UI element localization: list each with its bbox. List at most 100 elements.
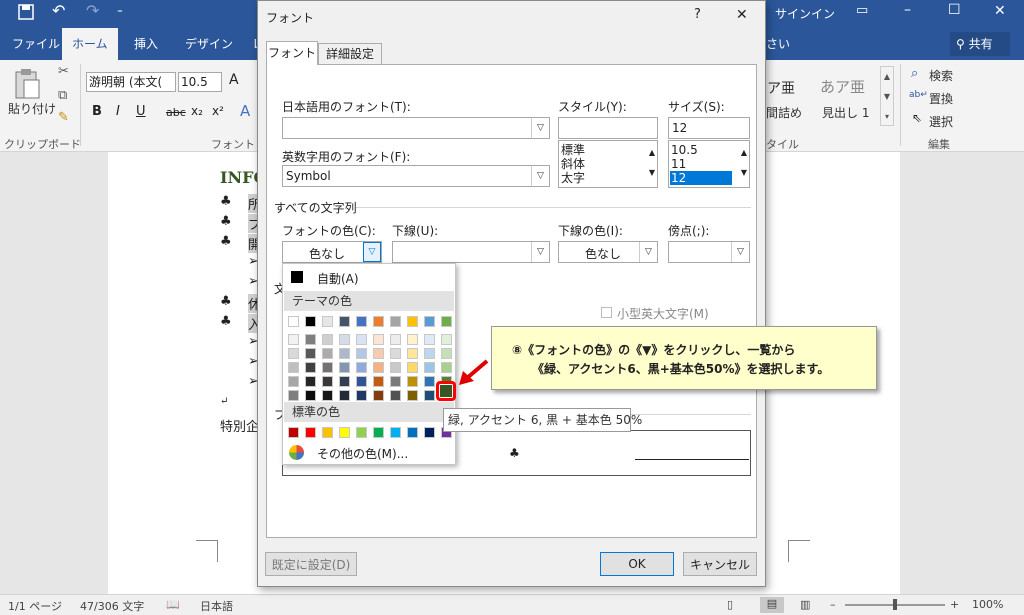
selected-swatch-highlight[interactable] — [436, 381, 456, 401]
paste-button-label[interactable]: 貼り付け — [8, 100, 56, 117]
theme-shade-swatch[interactable] — [424, 376, 435, 387]
style-name-2[interactable]: 見出し 1 — [822, 104, 869, 121]
size-list-scrollbar[interactable]: ▲ ▼ — [741, 143, 747, 183]
theme-shade-swatch[interactable] — [339, 362, 350, 373]
theme-color-swatch[interactable] — [339, 316, 350, 327]
style-option-italic[interactable]: 斜体 — [561, 157, 585, 171]
tab-insert[interactable]: 挿入 — [134, 28, 158, 60]
font-name-combo[interactable]: 游明朝 (本文( — [86, 72, 176, 92]
web-layout-icon[interactable]: ▥ — [800, 598, 810, 611]
theme-shade-swatch[interactable] — [441, 334, 452, 345]
theme-shade-swatch[interactable] — [390, 390, 401, 401]
cancel-button[interactable]: キャンセル — [683, 552, 757, 576]
signin-link[interactable]: サインイン — [775, 5, 835, 22]
theme-shade-swatch[interactable] — [373, 348, 384, 359]
select-button[interactable]: 選択 — [929, 113, 953, 130]
superscript-icon[interactable]: x² — [212, 104, 224, 118]
theme-color-swatch[interactable] — [373, 316, 384, 327]
theme-shade-swatch[interactable] — [407, 376, 418, 387]
standard-color-swatch[interactable] — [373, 427, 384, 438]
theme-color-swatch[interactable] — [322, 316, 333, 327]
word-count[interactable]: 47/306 文字 — [80, 598, 144, 614]
theme-shade-swatch[interactable] — [356, 376, 367, 387]
style-preview-2[interactable]: あア亜 — [820, 76, 865, 97]
find-button[interactable]: 検索 — [929, 67, 953, 84]
theme-shade-swatch[interactable] — [288, 348, 299, 359]
theme-shade-swatch[interactable] — [305, 390, 316, 401]
minimize-icon[interactable]: – — [904, 2, 911, 18]
italic-icon[interactable]: I — [116, 104, 120, 119]
tab-home[interactable]: ホーム — [62, 28, 118, 60]
theme-shade-swatch[interactable] — [322, 334, 333, 345]
theme-shade-swatch[interactable] — [441, 348, 452, 359]
theme-shade-swatch[interactable] — [339, 376, 350, 387]
zoom-level[interactable]: 100% — [972, 598, 1003, 611]
theme-shade-swatch[interactable] — [322, 362, 333, 373]
bold-icon[interactable]: B — [92, 104, 102, 119]
size-option[interactable]: 11 — [671, 157, 686, 171]
theme-color-swatch[interactable] — [390, 316, 401, 327]
strikethrough-icon[interactable]: abc — [166, 106, 186, 119]
theme-shade-swatch[interactable] — [356, 362, 367, 373]
text-effects-icon[interactable]: A — [240, 102, 250, 120]
theme-shade-swatch[interactable] — [390, 376, 401, 387]
replace-icon[interactable]: ab↵ — [909, 90, 928, 100]
save-icon[interactable] — [18, 4, 38, 24]
window-close-icon[interactable]: ✕ — [994, 3, 1006, 19]
theme-color-swatch[interactable] — [305, 316, 316, 327]
en-font-combo[interactable]: Symbol ▽ — [282, 165, 550, 187]
style-preview-1[interactable]: ア亜 — [767, 78, 795, 98]
redo-icon[interactable]: ↷ — [86, 1, 99, 20]
ok-button[interactable]: OK — [600, 552, 674, 576]
jp-font-combo[interactable]: ▽ — [282, 117, 550, 139]
theme-shade-swatch[interactable] — [390, 334, 401, 345]
theme-color-swatch[interactable] — [424, 316, 435, 327]
more-colors-option[interactable]: その他の色(M)... — [285, 444, 453, 462]
replace-button[interactable]: 置換 — [929, 90, 953, 107]
theme-shade-swatch[interactable] — [339, 334, 350, 345]
tell-me-hint[interactable]: さい — [766, 28, 790, 60]
standard-color-swatch[interactable] — [407, 427, 418, 438]
theme-shade-swatch[interactable] — [356, 334, 367, 345]
theme-color-swatch[interactable] — [407, 316, 418, 327]
theme-shade-swatch[interactable] — [373, 362, 384, 373]
theme-shade-swatch[interactable] — [373, 390, 384, 401]
theme-shade-swatch[interactable] — [407, 348, 418, 359]
underline-icon[interactable]: U — [136, 104, 146, 119]
standard-color-swatch[interactable] — [322, 427, 333, 438]
size-option-selected[interactable]: 12 — [670, 171, 732, 185]
theme-shade-swatch[interactable] — [288, 376, 299, 387]
standard-color-swatch[interactable] — [390, 427, 401, 438]
language-indicator[interactable]: 日本語 — [200, 598, 233, 614]
theme-shade-swatch[interactable] — [373, 376, 384, 387]
copy-icon[interactable]: ⧉ — [58, 88, 67, 103]
set-default-button[interactable]: 既定に設定(D) — [265, 552, 357, 576]
theme-shade-swatch[interactable] — [288, 362, 299, 373]
font-color-combo[interactable]: 色なし ▽ — [282, 241, 382, 263]
theme-shade-swatch[interactable] — [322, 376, 333, 387]
theme-shade-swatch[interactable] — [407, 362, 418, 373]
ribbon-display-icon[interactable]: ▭ — [856, 3, 868, 18]
theme-shade-swatch[interactable] — [305, 334, 316, 345]
proofing-icon[interactable]: 📖 — [166, 598, 180, 611]
size-list[interactable]: 10.5 11 12 ▲ ▼ — [668, 140, 750, 188]
theme-shade-swatch[interactable] — [305, 376, 316, 387]
font-color-dropdown-icon[interactable]: ▽ — [363, 242, 381, 262]
theme-shade-swatch[interactable] — [424, 362, 435, 373]
theme-shade-swatch[interactable] — [322, 348, 333, 359]
theme-shade-swatch[interactable] — [305, 362, 316, 373]
underline-color-combo[interactable]: 色なし ▽ — [558, 241, 658, 263]
grow-font-icon[interactable]: A — [229, 72, 239, 88]
theme-shade-swatch[interactable] — [390, 362, 401, 373]
dialog-help-button[interactable]: ? — [694, 7, 701, 22]
theme-color-swatch[interactable] — [356, 316, 367, 327]
standard-color-swatch[interactable] — [305, 427, 316, 438]
styles-scroll-icon[interactable]: ▲ ▼ ▾ — [880, 66, 894, 126]
tab-file[interactable]: ファイル — [12, 28, 60, 60]
smallcaps-checkbox[interactable] — [601, 307, 612, 318]
theme-shade-swatch[interactable] — [288, 390, 299, 401]
paste-icon[interactable] — [12, 68, 46, 100]
theme-shade-swatch[interactable] — [339, 390, 350, 401]
style-input[interactable] — [558, 117, 658, 139]
theme-shade-swatch[interactable] — [441, 362, 452, 373]
